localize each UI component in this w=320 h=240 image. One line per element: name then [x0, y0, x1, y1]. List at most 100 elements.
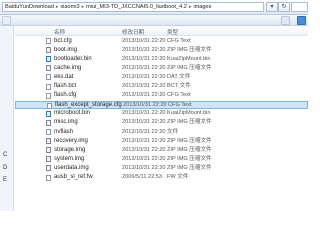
- file-name: bootloader.bin: [54, 55, 92, 62]
- organize-button[interactable]: [2, 16, 11, 25]
- generic-file-icon: [46, 129, 51, 135]
- file-name: userdata.img: [54, 164, 89, 171]
- file-type: KuaiZipMount.bin: [167, 55, 211, 62]
- file-row[interactable]: flash_except_storage.cfg 2013/10/31 22:20…: [15, 100, 308, 109]
- file-name: boot.img: [54, 46, 78, 53]
- breadcrumb-item-xiaomi3[interactable]: xiaomi3: [60, 4, 79, 10]
- file-date: 2013/10/31 22:20: [122, 73, 166, 80]
- file-row[interactable]: cache.img 2013/10/31 22:20 ZIP IMG 压缩文件: [15, 64, 308, 72]
- column-date[interactable]: 修改日期: [122, 28, 144, 36]
- file-name: nvflash: [54, 128, 74, 135]
- breadcrumb-item-firmware-folder[interactable]: miui_MI3-TD_JXCCNAI5.0_fastboot_4.2: [86, 4, 187, 10]
- file-type: CFG Text: [167, 37, 191, 44]
- text-file-icon: [47, 102, 52, 109]
- file-name: system.img: [54, 155, 85, 162]
- file-row[interactable]: storage.img 2013/10/31 22:20 ZIP IMG 压缩文件: [15, 146, 308, 154]
- file-list: bct.cfg 2013/10/31 22:20 CFG Text boot.img 2…: [15, 37, 308, 211]
- file-date: 2009/5/11 22:53: [122, 174, 163, 180]
- file-type: ZIP IMG 压缩文件: [167, 155, 212, 162]
- file-name: flash.bct: [54, 83, 77, 89]
- file-row[interactable]: nvflash 2013/10/31 22:20 文件: [15, 128, 308, 136]
- image-file-icon: [46, 138, 51, 145]
- file-type: FW 文件: [167, 174, 189, 180]
- file-type: ZIP IMG 压缩文件: [167, 137, 212, 144]
- file-row[interactable]: system.img 2013/10/31 22:20 ZIP IMG 压缩文件: [15, 155, 308, 163]
- file-date: 2013/10/31 22:20: [122, 128, 166, 135]
- file-row[interactable]: userdata.img 2013/10/31 22:20 ZIP IMG 压缩文件: [15, 164, 308, 172]
- file-type: ZIP IMG 压缩文件: [167, 64, 212, 71]
- image-file-icon: [46, 156, 51, 163]
- refresh-icon[interactable]: ↻: [278, 2, 290, 12]
- file-type: KuaiZipMount.bin: [167, 110, 211, 117]
- file-date: 2013/10/31 22:20: [123, 102, 167, 109]
- file-date: 2013/10/31 22:20: [122, 83, 166, 89]
- file-type: ZIP IMG 压缩文件: [167, 164, 212, 171]
- bin-file-icon: [46, 56, 51, 63]
- file-row[interactable]: ausb_sl_ref.fw 2009/5/11 22:53 FW 文件: [15, 174, 308, 182]
- bin-file-icon: [46, 110, 51, 117]
- file-date: 2013/10/31 22:20: [122, 92, 166, 99]
- file-type: BCT 文件: [167, 83, 191, 89]
- text-file-icon: [46, 92, 51, 99]
- file-date: 2013/10/31 22:20: [122, 64, 166, 71]
- column-header: 名称 修改日期 类型: [15, 26, 308, 36]
- file-type: 文件: [167, 128, 179, 135]
- toolbar: [0, 15, 308, 26]
- file-name: misc.img: [54, 119, 78, 126]
- dropdown-arrow-icon[interactable]: ▾: [266, 2, 278, 12]
- file-row[interactable]: eks.dat 2013/10/31 22:20 DAT 文件: [15, 73, 308, 81]
- file-date: 2013/10/31 22:20: [122, 137, 166, 144]
- data-file-icon: [46, 83, 51, 90]
- file-type: ZIP IMG 压缩文件: [167, 146, 212, 153]
- help-icon[interactable]: [297, 16, 306, 25]
- column-name[interactable]: 名称: [54, 28, 65, 36]
- column-type[interactable]: 类型: [167, 28, 178, 36]
- file-name: bct.cfg: [54, 37, 72, 44]
- nav-drive-e[interactable]: E: [3, 177, 7, 183]
- image-file-icon: [46, 47, 51, 54]
- file-type: DAT 文件: [167, 73, 191, 80]
- file-name: flash.cfg: [54, 92, 77, 99]
- file-date: 2013/10/31 22:20: [122, 55, 166, 62]
- breadcrumb-separator-icon[interactable]: ▸: [82, 4, 85, 10]
- file-date: 2013/10/31 22:20: [122, 164, 166, 171]
- nav-drive-d[interactable]: D: [3, 165, 7, 171]
- file-name: storage.img: [54, 146, 86, 153]
- breadcrumb[interactable]: BaiduYunDownload ▸ xiaomi3 ▸ miui_MI3-TD…: [2, 2, 264, 12]
- image-file-icon: [46, 119, 51, 126]
- view-options-icon[interactable]: [281, 16, 290, 25]
- file-row[interactable]: misc.img 2013/10/31 22:20 ZIP IMG 压缩文件: [15, 119, 308, 127]
- file-name: recovery.img: [54, 137, 88, 144]
- generic-file-icon: [46, 174, 51, 181]
- nav-drive-c[interactable]: C: [3, 152, 7, 158]
- file-type: ZIP IMG 压缩文件: [167, 46, 212, 53]
- file-date: 2013/10/31 22:20: [122, 110, 166, 117]
- file-row[interactable]: boot.img 2013/10/31 22:20 ZIP IMG 压缩文件: [15, 46, 308, 54]
- file-row[interactable]: microboot.bin 2013/10/31 22:20 KuaiZipMoun…: [15, 110, 308, 118]
- file-date: 2013/10/31 22:20: [122, 46, 166, 53]
- file-row[interactable]: recovery.img 2013/10/31 22:20 ZIP IMG 压缩文件: [15, 137, 308, 145]
- address-bar-area: BaiduYunDownload ▸ xiaomi3 ▸ miui_MI3-TD…: [0, 0, 308, 15]
- image-file-icon: [46, 165, 51, 172]
- file-row[interactable]: flash.cfg 2013/10/31 22:20 CFG Text: [15, 92, 308, 100]
- breadcrumb-separator-icon[interactable]: ▸: [56, 4, 59, 10]
- file-date: 2013/10/31 22:20: [122, 146, 166, 153]
- file-row[interactable]: bootloader.bin 2013/10/31 22:20 KuaiZipMou…: [15, 55, 308, 63]
- file-name: ausb_sl_ref.fw: [54, 174, 93, 180]
- file-row[interactable]: bct.cfg 2013/10/31 22:20 CFG Text: [15, 37, 308, 45]
- data-file-icon: [46, 74, 51, 81]
- breadcrumb-item-images[interactable]: images: [193, 4, 211, 10]
- breadcrumb-separator-icon[interactable]: ▸: [189, 4, 192, 10]
- image-file-icon: [46, 65, 51, 72]
- navigation-pane[interactable]: C D E: [0, 26, 14, 211]
- file-name: flash_except_storage.cfg: [55, 102, 122, 109]
- file-name: eks.dat: [54, 73, 74, 80]
- file-name: microboot.bin: [54, 110, 91, 117]
- file-row[interactable]: flash.bct 2013/10/31 22:20 BCT 文件: [15, 83, 308, 91]
- file-date: 2013/10/31 22:20: [122, 37, 166, 44]
- search-input[interactable]: [291, 2, 308, 12]
- breadcrumb-item-baiduyundownload[interactable]: BaiduYunDownload: [5, 4, 54, 10]
- file-type: CFG Text: [167, 92, 191, 99]
- file-type: ZIP IMG 压缩文件: [167, 119, 212, 126]
- image-file-icon: [46, 147, 51, 154]
